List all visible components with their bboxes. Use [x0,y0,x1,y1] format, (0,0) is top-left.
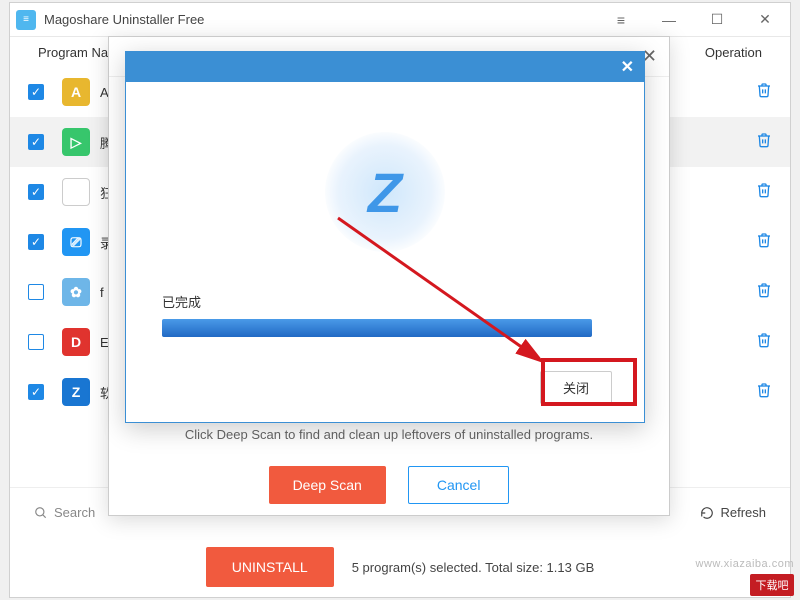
deepscan-button[interactable]: Deep Scan [269,466,386,504]
search-placeholder: Search [54,505,95,520]
program-icon: Z [62,378,90,406]
progress-fill [162,319,592,337]
deepscan-buttons: Deep Scan Cancel [139,466,639,504]
program-label: f [100,285,104,300]
program-icon [62,178,90,206]
trash-icon[interactable] [756,382,772,403]
progress-titlebar: ✕ [126,52,644,82]
trash-icon[interactable] [756,132,772,153]
search-icon [34,506,48,520]
deepscan-hint: Click Deep Scan to find and clean up lef… [139,427,639,442]
checkbox[interactable] [28,284,44,300]
minimize-button[interactable]: — [656,7,682,33]
trash-icon[interactable] [756,232,772,253]
refresh-label: Refresh [720,505,766,520]
progress-done-label: 已完成 [162,292,614,311]
app-logo-icon: ≡ [16,10,36,30]
window-title: Magoshare Uninstaller Free [44,12,608,27]
column-operation: Operation [705,45,762,60]
refresh-icon [700,506,714,520]
refresh-button[interactable]: Refresh [700,505,766,520]
watermark-badge: 下载吧 [750,574,794,596]
window-controls: ≡ — ☐ ✕ [608,7,778,33]
uninstall-button[interactable]: UNINSTALL [206,547,334,587]
checkbox[interactable]: ✓ [28,84,44,100]
progress-close-button[interactable]: 关闭 [540,371,612,404]
trash-icon[interactable] [756,182,772,203]
progress-bar [162,319,592,337]
program-icon: D [62,328,90,356]
maximize-button[interactable]: ☐ [704,7,730,33]
program-icon: ⎚ [62,228,90,256]
close-button[interactable]: ✕ [752,7,778,33]
progress-title-close-icon[interactable]: ✕ [621,57,634,77]
progress-modal: ✕ Z 已完成 关闭 [125,51,645,423]
checkbox[interactable]: ✓ [28,134,44,150]
watermark-url: www.xiazaiba.com [696,558,794,570]
program-icon: ✿ [62,278,90,306]
checkbox[interactable]: ✓ [28,384,44,400]
selection-status: 5 program(s) selected. Total size: 1.13 … [352,560,595,575]
settings-icon[interactable]: ≡ [608,7,634,33]
search-box[interactable]: Search [34,505,95,520]
checkbox[interactable]: ✓ [28,184,44,200]
trash-icon[interactable] [756,82,772,103]
trash-icon[interactable] [756,282,772,303]
titlebar: ≡ Magoshare Uninstaller Free ≡ — ☐ ✕ [10,3,790,37]
cancel-button[interactable]: Cancel [408,466,510,504]
trash-icon[interactable] [756,332,772,353]
checkbox[interactable]: ✓ [28,234,44,250]
checkbox[interactable] [28,334,44,350]
progress-logo: Z [325,132,445,252]
uninstall-bar: UNINSTALL 5 program(s) selected. Total s… [10,537,790,597]
program-icon: A [62,78,90,106]
progress-logo-letter: Z [368,160,402,225]
progress-body: Z 已完成 关闭 [126,82,644,422]
program-icon: ▷ [62,128,90,156]
